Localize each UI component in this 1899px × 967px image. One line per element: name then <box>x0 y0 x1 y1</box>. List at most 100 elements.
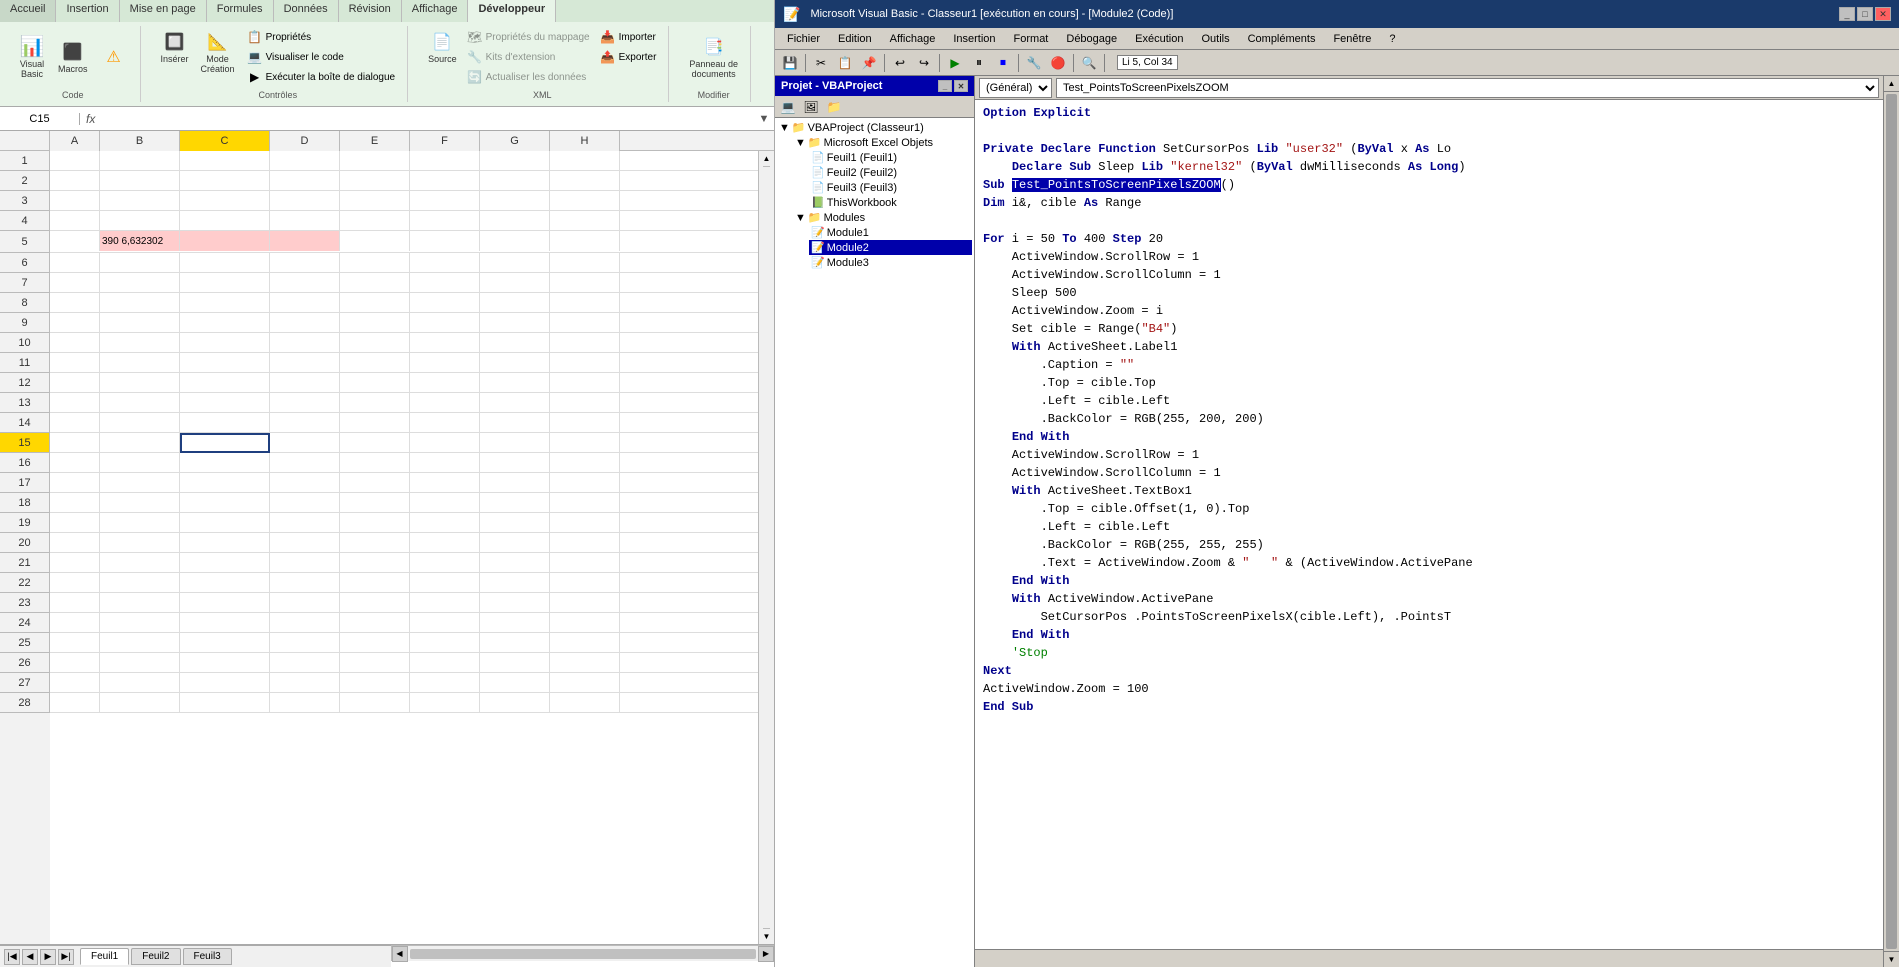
cell-d11[interactable] <box>270 353 340 373</box>
cell-e1[interactable] <box>340 151 410 171</box>
tree-item-module3[interactable]: 📝 Module3 <box>809 255 972 270</box>
kits-button[interactable]: 🔧 Kits d'extension <box>463 48 594 66</box>
cell-c9[interactable] <box>180 313 270 333</box>
proprietes-map-button[interactable]: 🗺 Propriétés du mappage <box>463 28 594 46</box>
cell-b13[interactable] <box>100 393 180 413</box>
sheet-tab-feuil1[interactable]: Feuil1 <box>80 948 129 965</box>
vba-menu-fichier[interactable]: Fichier <box>779 31 828 47</box>
cell-g13[interactable] <box>480 393 550 413</box>
cell-h6[interactable] <box>550 253 620 273</box>
vba-project-toggle-folder[interactable]: 📁 <box>823 97 845 117</box>
row-header-20[interactable]: 20 <box>0 533 50 553</box>
row-header-27[interactable]: 27 <box>0 673 50 693</box>
vba-tb-paste[interactable]: 📌 <box>858 53 880 73</box>
cell-a2[interactable] <box>50 171 100 191</box>
panneau-button[interactable]: 📑 Panneau dedocuments <box>685 33 742 82</box>
cell-a4[interactable] <box>50 211 100 231</box>
cell-f13[interactable] <box>410 393 480 413</box>
cell-a15[interactable] <box>50 433 100 453</box>
cell-c2[interactable] <box>180 171 270 191</box>
cell-a5[interactable] <box>50 231 100 251</box>
cell-c3[interactable] <box>180 191 270 211</box>
cell-c15[interactable] <box>180 433 270 453</box>
cell-c4[interactable] <box>180 211 270 231</box>
cell-c11[interactable] <box>180 353 270 373</box>
vba-tb-pause[interactable]: ⏸ <box>968 53 990 73</box>
col-header-f[interactable]: F <box>410 131 480 151</box>
vba-tb-undo[interactable]: ↩ <box>889 53 911 73</box>
cell-e3[interactable] <box>340 191 410 211</box>
formula-expand-button[interactable]: ▼ <box>754 113 774 125</box>
inserer-button[interactable]: 🔲 Insérer <box>157 28 193 67</box>
vba-project-close[interactable]: ✕ <box>954 80 968 92</box>
tab-accueil[interactable]: Accueil <box>0 0 56 22</box>
col-header-b[interactable]: B <box>100 131 180 151</box>
cell-c14[interactable] <box>180 413 270 433</box>
sheet-nav-prev[interactable]: ◀ <box>22 949 38 965</box>
vba-menu-affichage[interactable]: Affichage <box>882 31 944 47</box>
cell-b6[interactable] <box>100 253 180 273</box>
cell-h2[interactable] <box>550 171 620 191</box>
tree-item-excel-objets[interactable]: ▼ 📁 Microsoft Excel Objets <box>793 135 972 150</box>
cell-e10[interactable] <box>340 333 410 353</box>
cell-h8[interactable] <box>550 293 620 313</box>
tab-mise-en-page[interactable]: Mise en page <box>120 0 207 22</box>
row-header-18[interactable]: 18 <box>0 493 50 513</box>
cell-h12[interactable] <box>550 373 620 393</box>
cell-g15[interactable] <box>480 433 550 453</box>
cell-g4[interactable] <box>480 211 550 231</box>
row-header-15[interactable]: 15 <box>0 433 50 453</box>
cell-d1[interactable] <box>270 151 340 171</box>
cell-d8[interactable] <box>270 293 340 313</box>
tree-item-modules[interactable]: ▼ 📁 Modules <box>793 210 972 225</box>
cell-e15[interactable] <box>340 433 410 453</box>
cell-e9[interactable] <box>340 313 410 333</box>
cell-e13[interactable] <box>340 393 410 413</box>
cell-d13[interactable] <box>270 393 340 413</box>
cell-d3[interactable] <box>270 191 340 211</box>
scrollbar-left-button[interactable]: ◀ <box>392 946 408 962</box>
cell-a3[interactable] <box>50 191 100 211</box>
source-button[interactable]: 📄 Source <box>424 28 461 67</box>
sheet-nav-first[interactable]: |◀ <box>4 949 20 965</box>
vba-project-view-code[interactable]: 💻 <box>777 97 799 117</box>
cell-h5[interactable] <box>550 231 620 251</box>
cell-b7[interactable] <box>100 273 180 293</box>
vba-tb-break[interactable]: 🔴 <box>1047 53 1069 73</box>
exporter-button[interactable]: 📤 Exporter <box>596 48 661 66</box>
tab-revision[interactable]: Révision <box>339 0 402 22</box>
cell-g3[interactable] <box>480 191 550 211</box>
tree-item-module2[interactable]: 📝 Module2 <box>809 240 972 255</box>
cell-c6[interactable] <box>180 253 270 273</box>
cell-reference-box[interactable]: C15 <box>0 113 80 125</box>
scrollbar-h-thumb[interactable] <box>410 949 757 959</box>
row-header-12[interactable]: 12 <box>0 373 50 393</box>
cell-c7[interactable] <box>180 273 270 293</box>
cell-b8[interactable] <box>100 293 180 313</box>
vba-code-editor[interactable]: Option Explicit Private Declare Function… <box>975 100 1883 949</box>
cell-f6[interactable] <box>410 253 480 273</box>
cell-f12[interactable] <box>410 373 480 393</box>
proprietes-button[interactable]: 📋 Propriétés <box>243 28 400 46</box>
cell-b4[interactable] <box>100 211 180 231</box>
tab-donnees[interactable]: Données <box>274 0 339 22</box>
cell-f10[interactable] <box>410 333 480 353</box>
row-header-14[interactable]: 14 <box>0 413 50 433</box>
cell-b9[interactable] <box>100 313 180 333</box>
cell-b14[interactable] <box>100 413 180 433</box>
vba-menu-format[interactable]: Format <box>1006 31 1057 47</box>
vba-project-minimize[interactable]: _ <box>938 80 952 92</box>
cell-d14[interactable] <box>270 413 340 433</box>
vba-tb-run[interactable]: ▶ <box>944 53 966 73</box>
cell-h9[interactable] <box>550 313 620 333</box>
col-header-a[interactable]: A <box>50 131 100 151</box>
cell-b5[interactable]: 390 6,632302 <box>100 231 180 251</box>
row-header-17[interactable]: 17 <box>0 473 50 493</box>
row-header-25[interactable]: 25 <box>0 633 50 653</box>
vba-menu-help[interactable]: ? <box>1381 31 1403 47</box>
cell-e4[interactable] <box>340 211 410 231</box>
tree-item-thisworkbook[interactable]: 📗 ThisWorkbook <box>809 195 972 210</box>
col-header-h[interactable]: H <box>550 131 620 151</box>
cell-g8[interactable] <box>480 293 550 313</box>
row-header-22[interactable]: 22 <box>0 573 50 593</box>
